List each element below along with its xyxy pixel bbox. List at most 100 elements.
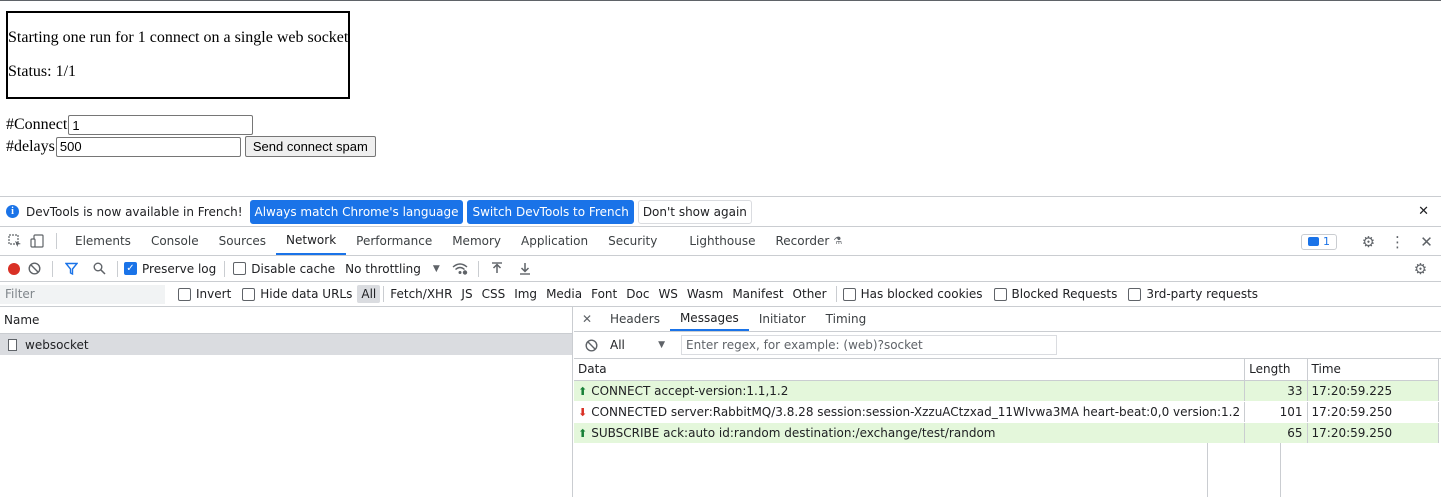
checkbox-box — [842, 287, 856, 301]
devtools-tabbar: Elements Console Sources Network Perform… — [0, 227, 1441, 256]
search-icon[interactable] — [85, 256, 113, 282]
toolbar-separator — [835, 286, 837, 302]
checkbox-box — [242, 287, 256, 301]
tab-console[interactable]: Console — [141, 227, 209, 255]
close-devtools-icon[interactable]: ✕ — [1412, 233, 1441, 251]
invert-checkbox[interactable]: Invert — [178, 287, 231, 301]
type-filter-wasm[interactable]: Wasm — [683, 285, 727, 303]
network-settings-gear-icon[interactable]: ⚙ — [1406, 256, 1435, 282]
type-filter-js[interactable]: JS — [457, 285, 476, 303]
info-icon: i — [6, 205, 19, 218]
message-length: 33 — [1244, 380, 1308, 402]
chevron-down-icon: ▼ — [432, 263, 440, 274]
preserve-log-checkbox[interactable]: ✓ Preserve log — [124, 262, 216, 276]
import-har-icon[interactable] — [483, 256, 511, 282]
close-detail-icon[interactable]: ✕ — [574, 307, 600, 331]
messages-table: Data Length Time ⬆ CONNECT accept-version… — [574, 359, 1440, 444]
tab-sources[interactable]: Sources — [209, 227, 276, 255]
column-divider — [1207, 443, 1208, 497]
arrow-up-icon: ⬆ — [578, 384, 588, 398]
tabbar-right: 1 ⚙ ⋮ ✕ — [1301, 227, 1441, 256]
issues-badge[interactable]: 1 — [1301, 233, 1337, 250]
message-type-select[interactable]: All ▼ — [610, 338, 665, 352]
disable-cache-label: Disable cache — [251, 261, 336, 276]
tab-recorder-label: Recorder — [775, 234, 830, 248]
type-filter-img[interactable]: Img — [510, 285, 541, 303]
message-length: 101 — [1244, 401, 1308, 423]
tab-memory[interactable]: Memory — [442, 227, 511, 255]
dont-show-again-button[interactable]: Don't show again — [637, 199, 752, 224]
type-filter-fetch-xhr[interactable]: Fetch/XHR — [386, 285, 456, 303]
inspect-element-icon[interactable] — [4, 227, 26, 255]
devtools-panel: i DevTools is now available in French! A… — [0, 196, 1441, 497]
detail-tab-initiator[interactable]: Initiator — [749, 307, 816, 331]
tab-security[interactable]: Security — [598, 227, 667, 255]
type-filter-font[interactable]: Font — [587, 285, 621, 303]
length-column-header[interactable]: Length — [1244, 359, 1308, 381]
settings-gear-icon[interactable]: ⚙ — [1354, 233, 1383, 251]
connect-input[interactable] — [68, 115, 254, 135]
hide-data-urls-label: Hide data URLs — [260, 287, 353, 301]
type-filter-all[interactable]: All — [357, 285, 381, 303]
delays-row: #delays Send connect spam — [6, 136, 376, 157]
filter-icon[interactable] — [57, 256, 85, 282]
blocked-cookies-checkbox[interactable]: Has blocked cookies — [842, 287, 983, 301]
device-toolbar-icon[interactable] — [26, 227, 48, 255]
hide-data-urls-checkbox[interactable]: Hide data URLs — [242, 287, 352, 301]
detail-tab-messages[interactable]: Messages — [669, 307, 749, 331]
more-options-icon[interactable]: ⋮ — [1383, 233, 1412, 251]
request-name: websocket — [25, 337, 89, 352]
third-party-checkbox[interactable]: 3rd-party requests — [1128, 287, 1258, 301]
filter-input[interactable]: Filter — [0, 284, 165, 304]
message-row[interactable]: ⬆ CONNECT accept-version:1.1,1.2 33 17:20… — [574, 380, 1440, 402]
language-infobar: i DevTools is now available in French! A… — [0, 197, 1441, 227]
request-row[interactable]: websocket — [0, 334, 572, 355]
type-filter-other[interactable]: Other — [789, 285, 831, 303]
type-filter-ws[interactable]: WS — [654, 285, 681, 303]
checkbox-box — [1128, 287, 1142, 301]
message-row[interactable]: ⬆ SUBSCRIBE ack:auto id:random destinatio… — [574, 422, 1440, 444]
delays-input[interactable] — [55, 136, 241, 157]
type-filter-media[interactable]: Media — [542, 285, 586, 303]
name-column-header[interactable]: Name — [0, 307, 572, 334]
message-time: 17:20:59.250 — [1307, 401, 1440, 423]
toolbar-separator — [383, 286, 385, 302]
throttling-value: No throttling — [345, 261, 421, 276]
disable-cache-checkbox[interactable]: Disable cache — [233, 262, 335, 276]
switch-french-button[interactable]: Switch DevTools to French — [467, 199, 634, 224]
type-filter-manifest[interactable]: Manifest — [728, 285, 787, 303]
blocked-requests-checkbox[interactable]: Blocked Requests — [993, 287, 1117, 301]
export-har-icon[interactable] — [511, 256, 539, 282]
time-column-header[interactable]: Time — [1307, 359, 1440, 381]
tab-elements[interactable]: Elements — [65, 227, 141, 255]
tab-application[interactable]: Application — [511, 227, 598, 255]
detail-tab-timing[interactable]: Timing — [816, 307, 877, 331]
message-data: CONNECTED server:RabbitMQ/3.8.28 session… — [591, 404, 1241, 419]
checkbox-box — [233, 262, 247, 275]
infobar-text: DevTools is now available in French! — [26, 204, 243, 219]
arrow-up-icon: ⬆ — [578, 426, 588, 440]
tab-lighthouse[interactable]: Lighthouse — [679, 227, 765, 255]
message-row[interactable]: ⬇ CONNECTED server:RabbitMQ/3.8.28 sessio… — [574, 401, 1440, 423]
throttling-select[interactable]: No throttling ▼ — [345, 262, 440, 276]
tab-network[interactable]: Network — [276, 227, 347, 255]
match-language-button[interactable]: Always match Chrome's language — [249, 199, 464, 224]
message-data: SUBSCRIBE ack:auto id:random destination… — [591, 425, 996, 440]
tab-performance[interactable]: Performance — [346, 227, 442, 255]
data-column-header[interactable]: Data — [574, 359, 1246, 381]
record-icon[interactable] — [8, 262, 20, 275]
run-text: Starting one run for 1 connect on a sing… — [8, 29, 349, 46]
clear-messages-icon[interactable] — [574, 332, 608, 358]
tab-recorder[interactable]: Recorder ⚗ — [766, 227, 853, 255]
clear-icon[interactable] — [20, 256, 48, 282]
send-connect-spam-button[interactable]: Send connect spam — [244, 136, 376, 157]
close-icon[interactable]: ✕ — [1418, 204, 1429, 219]
type-filter-doc[interactable]: Doc — [622, 285, 653, 303]
regex-filter-input[interactable]: Enter regex, for example: (web)?socket — [681, 335, 1057, 355]
connect-row: #Connect — [6, 115, 254, 135]
network-conditions-icon[interactable] — [446, 256, 474, 282]
issues-count: 1 — [1323, 235, 1330, 248]
type-filter-css[interactable]: CSS — [478, 285, 510, 303]
detail-tab-headers[interactable]: Headers — [600, 307, 670, 331]
document-icon — [8, 338, 17, 351]
